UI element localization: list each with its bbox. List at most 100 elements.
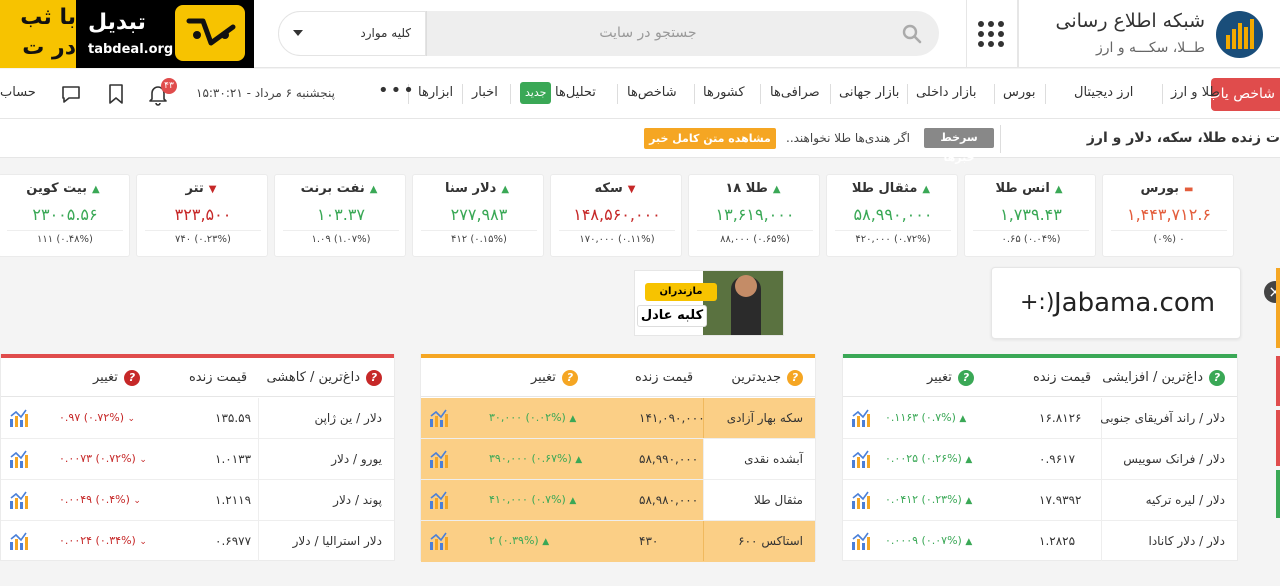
chart-icon[interactable] xyxy=(429,449,449,469)
nav-item-indices[interactable]: شاخص‌ها xyxy=(627,69,677,119)
chart-icon[interactable] xyxy=(429,531,449,551)
search-input[interactable]: جستجو در سایت xyxy=(428,11,868,56)
chart-icon[interactable] xyxy=(429,408,449,428)
price-card[interactable]: ▲ دلار سنا ۲۷۷,۹۸۳ (۰.۱۵%) ۴۱۲ xyxy=(412,174,544,257)
chart-icon[interactable] xyxy=(9,490,29,510)
nav-item-domestic[interactable]: بازار داخلی xyxy=(916,69,976,119)
row-name[interactable]: پوند / دلار xyxy=(258,480,394,520)
table-row[interactable]: یورو / دلار ۱.۰۱۳۳ ⌄ (۰.۷۲%) ۰.۰۰۷۳ xyxy=(1,439,394,480)
kolbe-adel-ad[interactable]: مازندران کلبه عادل xyxy=(634,270,784,336)
help-icon[interactable]: ? xyxy=(561,369,578,386)
arrow-up-icon: ▲ xyxy=(501,184,510,195)
chart-icon[interactable] xyxy=(851,490,871,510)
table-row[interactable]: دلار / ین ژاپن ۱۳۵.۵۹ ⌄ (۰.۷۲%) ۰.۹۷ xyxy=(1,398,394,439)
card-change: ۰ (۰%) xyxy=(1153,234,1185,245)
edge-tab[interactable] xyxy=(1276,356,1280,406)
nav-item-tools[interactable]: ابزارها xyxy=(418,69,453,119)
help-icon[interactable]: ? xyxy=(366,369,382,386)
account-link[interactable]: حساب xyxy=(0,69,36,119)
more-menu-button[interactable]: ••• xyxy=(378,69,416,119)
search-category-select[interactable]: کلیه موارد xyxy=(278,11,426,56)
bookmark-icon[interactable] xyxy=(104,82,128,106)
index-finder-button[interactable]: شاخص یاب xyxy=(1211,78,1280,111)
row-name[interactable]: استاکس ۶۰۰ xyxy=(703,521,815,561)
edge-tab[interactable] xyxy=(1276,268,1280,348)
chart-icon[interactable] xyxy=(9,449,29,469)
price-card[interactable]: ▼ سکه ۱۴۸,۵۶۰,۰۰۰ (۰.۱۱%) ۱۷۰,۰۰۰ xyxy=(550,174,682,257)
ad-brand: تبدیل xyxy=(88,10,146,35)
price-card[interactable]: ▬ بورس ۱,۴۴۳,۷۱۲.۶ ۰ (۰%) xyxy=(1102,174,1234,257)
price-cards: ▬ بورس ۱,۴۴۳,۷۱۲.۶ ۰ (۰%) ▲ انس طلا ۱,۷۳۹.۴۳ (۰… xyxy=(0,174,1280,257)
help-icon[interactable]: ? xyxy=(957,369,974,386)
row-name[interactable]: دلار / ین ژاپن xyxy=(258,398,394,438)
row-change: ⌄ (۰.۷۲%) ۰.۰۰۷۳ xyxy=(59,439,147,479)
table-row[interactable]: دلار / لیره ترکیه ۱۷.۹۳۹۲ ▲ (۰.۲۳%) ۰.۰۴۱۲ xyxy=(843,480,1237,521)
row-change: ▲ (۰.۳۹%) ۲ xyxy=(489,521,549,561)
chart-icon[interactable] xyxy=(851,449,871,469)
row-change-value: (۰.۰۲%) ۳۰,۰۰۰ xyxy=(489,411,566,424)
price-card[interactable]: ▲ نفت برنت ۱۰۳.۳۷ (۱.۰۷%) ۱.۰۹ xyxy=(274,174,406,257)
jabama-ad[interactable]: +:) Jabama.com xyxy=(991,267,1241,339)
chart-icon[interactable] xyxy=(9,408,29,428)
row-name[interactable]: آبشده نقدی xyxy=(703,439,815,479)
nav-item-exchanges[interactable]: صرافی‌ها xyxy=(770,69,820,119)
flat-icon: ▬ xyxy=(1184,184,1194,195)
row-name[interactable]: یورو / دلار xyxy=(258,439,394,479)
nav-item-stock[interactable]: بورس xyxy=(1003,69,1035,119)
chat-icon[interactable] xyxy=(59,82,83,106)
nav-item-crypto[interactable]: ارز دیجیتال xyxy=(1074,69,1133,119)
nav-item-analysis[interactable]: تحلیل‌ها xyxy=(555,69,596,119)
read-full-news-button[interactable]: مشاهده متن کامل خبر xyxy=(644,128,776,149)
card-price: ۲۷۷,۹۸۳ xyxy=(450,205,508,224)
table-row[interactable]: استاکس ۶۰۰ ۴۳۰ ▲ (۰.۳۹%) ۲ xyxy=(421,521,815,562)
price-card[interactable]: ▲ طلا ۱۸ ۱۳,۶۱۹,۰۰۰ (۰.۶۵%) ۸۸,۰۰۰ xyxy=(688,174,820,257)
chart-icon[interactable] xyxy=(851,531,871,551)
table-row[interactable]: دلار استرالیا / دلار ۰.۶۹۷۷ ⌄ (۰.۳۴%) ۰.۰۰… xyxy=(1,521,394,562)
help-icon[interactable]: ? xyxy=(787,369,803,386)
row-name[interactable]: دلار / دلار کانادا xyxy=(1101,521,1237,561)
main-nav: شاخص یاب طلا و ارز ارز دیجیتال بورس بازا… xyxy=(0,69,1280,119)
row-name[interactable]: دلار / راند آفریقای جنوبی xyxy=(1100,398,1237,438)
nav-item-gold-currency[interactable]: طلا و ارز xyxy=(1171,69,1220,119)
ticker-headline[interactable]: اگر هندی‌ها طلا نخواهند.. xyxy=(786,119,910,158)
tabdeal-banner-ad[interactable]: با ثب در ت تبدیل tabdeal.org xyxy=(0,0,254,68)
logo-title: شبکه اطلاع رسانی xyxy=(1055,10,1206,32)
row-name[interactable]: دلار استرالیا / دلار xyxy=(258,521,394,561)
table-row[interactable]: دلار / راند آفریقای جنوبی ۱۶.۸۱۲۶ ▲ (۰.۷%)… xyxy=(843,398,1237,439)
search-icon[interactable] xyxy=(902,24,922,44)
losers-table-header: ?داغ‌ترین / کاهشی قیمت زنده ?تغییر xyxy=(1,358,394,397)
edge-tab[interactable] xyxy=(1276,470,1280,518)
table-row[interactable]: دلار / دلار کانادا ۱.۲۸۲۵ ▲ (۰.۰۷%) ۰.۰۰۰۹ xyxy=(843,521,1237,562)
price-card[interactable]: ▲ بیت کوین ۲۳۰۰۵.۵۶ (۰.۴۸%) ۱۱۱ xyxy=(0,174,130,257)
help-icon[interactable]: ? xyxy=(123,369,140,386)
table-row[interactable]: مثقال طلا ۵۸,۹۸۰,۰۰۰ ▲ (۰.۷%) ۴۱۰,۰۰۰ xyxy=(421,480,815,521)
table-row[interactable]: آبشده نقدی ۵۸,۹۹۰,۰۰۰ ▲ (۰.۶۷%) ۳۹۰,۰۰۰ xyxy=(421,439,815,480)
chart-icon[interactable] xyxy=(429,490,449,510)
apps-menu-button[interactable] xyxy=(966,0,1018,68)
chart-icon[interactable] xyxy=(9,531,29,551)
table-row[interactable]: دلار / فرانک سوییس ۰.۹۶۱۷ ▲ (۰.۲۶%) ۰.۰۰۲۵ xyxy=(843,439,1237,480)
edge-tab[interactable] xyxy=(1276,410,1280,466)
price-header: قیمت زنده xyxy=(1033,370,1092,385)
table-row[interactable]: سکه بهار آزادی ۱۴۱,۰۹۰,۰۰۰ ▲ (۰.۰۲%) ۳۰,۰۰… xyxy=(421,398,815,439)
row-name[interactable]: سکه بهار آزادی xyxy=(703,398,815,438)
row-price: ۰.۹۶۱۷ xyxy=(1039,452,1076,466)
help-icon[interactable]: ? xyxy=(1209,369,1225,386)
price-card[interactable]: ▲ انس طلا ۱,۷۳۹.۴۳ (۰.۰۴%) ۰.۶۵ xyxy=(964,174,1096,257)
change-header: ?تغییر xyxy=(93,358,140,397)
nav-item-countries[interactable]: کشورها xyxy=(703,69,745,119)
row-name[interactable]: دلار / لیره ترکیه xyxy=(1101,480,1237,520)
nav-item-global[interactable]: بازار جهانی xyxy=(839,69,899,119)
site-logo[interactable]: شبکه اطلاع رسانی طــلا، سکـــه و ارز xyxy=(1018,0,1280,68)
nav-item-news[interactable]: اخبار xyxy=(472,69,498,119)
jabama-brand: Jabama.com xyxy=(1054,288,1216,318)
card-price: ۱,۷۳۹.۴۳ xyxy=(1000,205,1062,224)
row-change-value: (۰.۲۳%) ۰.۰۴۱۲ xyxy=(885,493,962,506)
table-row[interactable]: پوند / دلار ۱.۲۱۱۹ ⌄ (۰.۴%) ۰.۰۰۴۹ xyxy=(1,480,394,521)
price-card[interactable]: ▼ تتر ۳۲۳,۵۰۰ (۰.۲۳%) ۷۴۰ xyxy=(136,174,268,257)
row-name[interactable]: مثقال طلا xyxy=(703,480,815,520)
row-name[interactable]: دلار / فرانک سوییس xyxy=(1101,439,1237,479)
row-change-value: (۰.۶۷%) ۳۹۰,۰۰۰ xyxy=(489,452,572,465)
chart-icon[interactable] xyxy=(851,408,871,428)
price-card[interactable]: ▲ مثقال طلا ۵۸,۹۹۰,۰۰۰ (۰.۷۲%) ۴۲۰,۰۰۰ xyxy=(826,174,958,257)
